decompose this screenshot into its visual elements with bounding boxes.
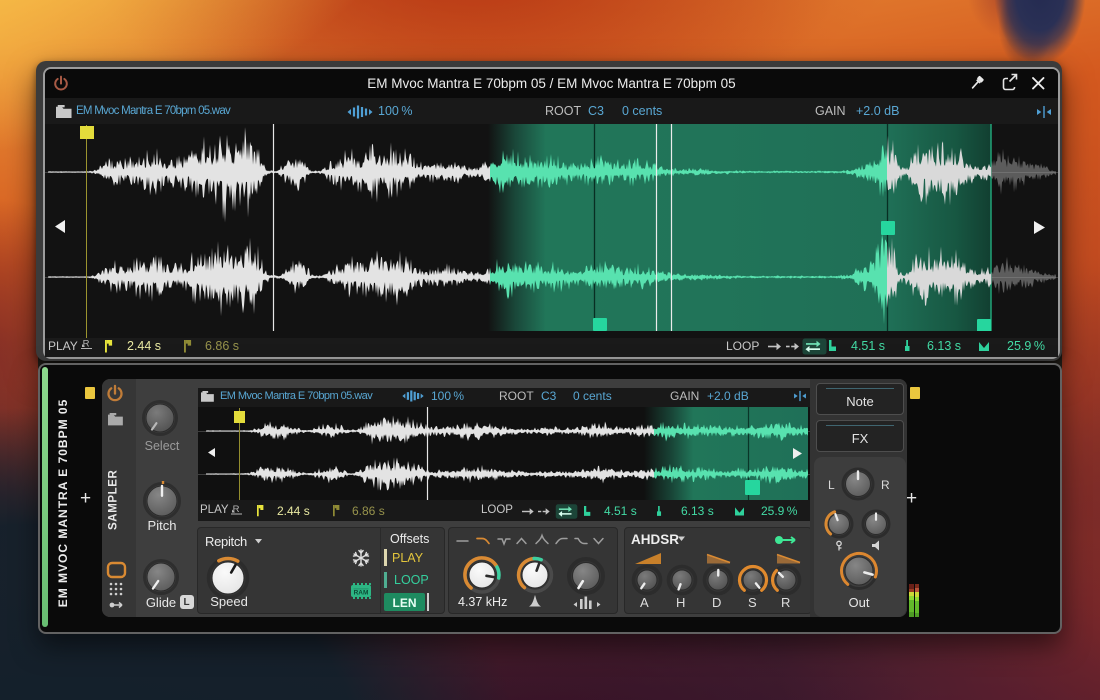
svg-text:RAM: RAM xyxy=(354,590,369,597)
svg-text:R: R xyxy=(233,504,240,515)
svg-text:R: R xyxy=(83,339,90,350)
